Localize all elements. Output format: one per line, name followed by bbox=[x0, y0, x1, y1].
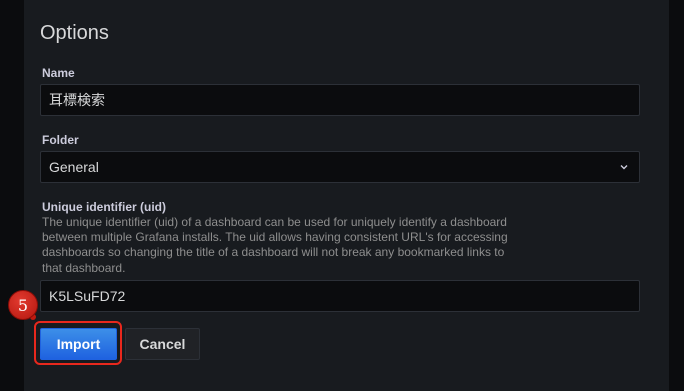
chevron-down-icon bbox=[617, 160, 631, 174]
uid-label: Unique identifier (uid) bbox=[42, 200, 166, 214]
uid-input-value: K5LSuFD72 bbox=[49, 288, 126, 304]
uid-description: The unique identifier (uid) of a dashboa… bbox=[42, 215, 508, 275]
step-highlight-box bbox=[34, 321, 122, 365]
name-label: Name bbox=[42, 66, 75, 80]
step-number: 5 bbox=[17, 295, 29, 315]
cancel-button[interactable]: Cancel bbox=[125, 328, 200, 360]
folder-select[interactable]: General bbox=[40, 151, 640, 183]
step-marker-badge: 5 bbox=[8, 290, 38, 320]
page-title: Options bbox=[40, 22, 109, 44]
folder-label: Folder bbox=[42, 133, 79, 147]
name-input[interactable]: 耳標検索 bbox=[40, 84, 640, 116]
cancel-button-label: Cancel bbox=[139, 336, 186, 352]
uid-input[interactable]: K5LSuFD72 bbox=[40, 280, 640, 312]
folder-select-value: General bbox=[49, 159, 99, 175]
name-input-value: 耳標検索 bbox=[49, 92, 105, 108]
